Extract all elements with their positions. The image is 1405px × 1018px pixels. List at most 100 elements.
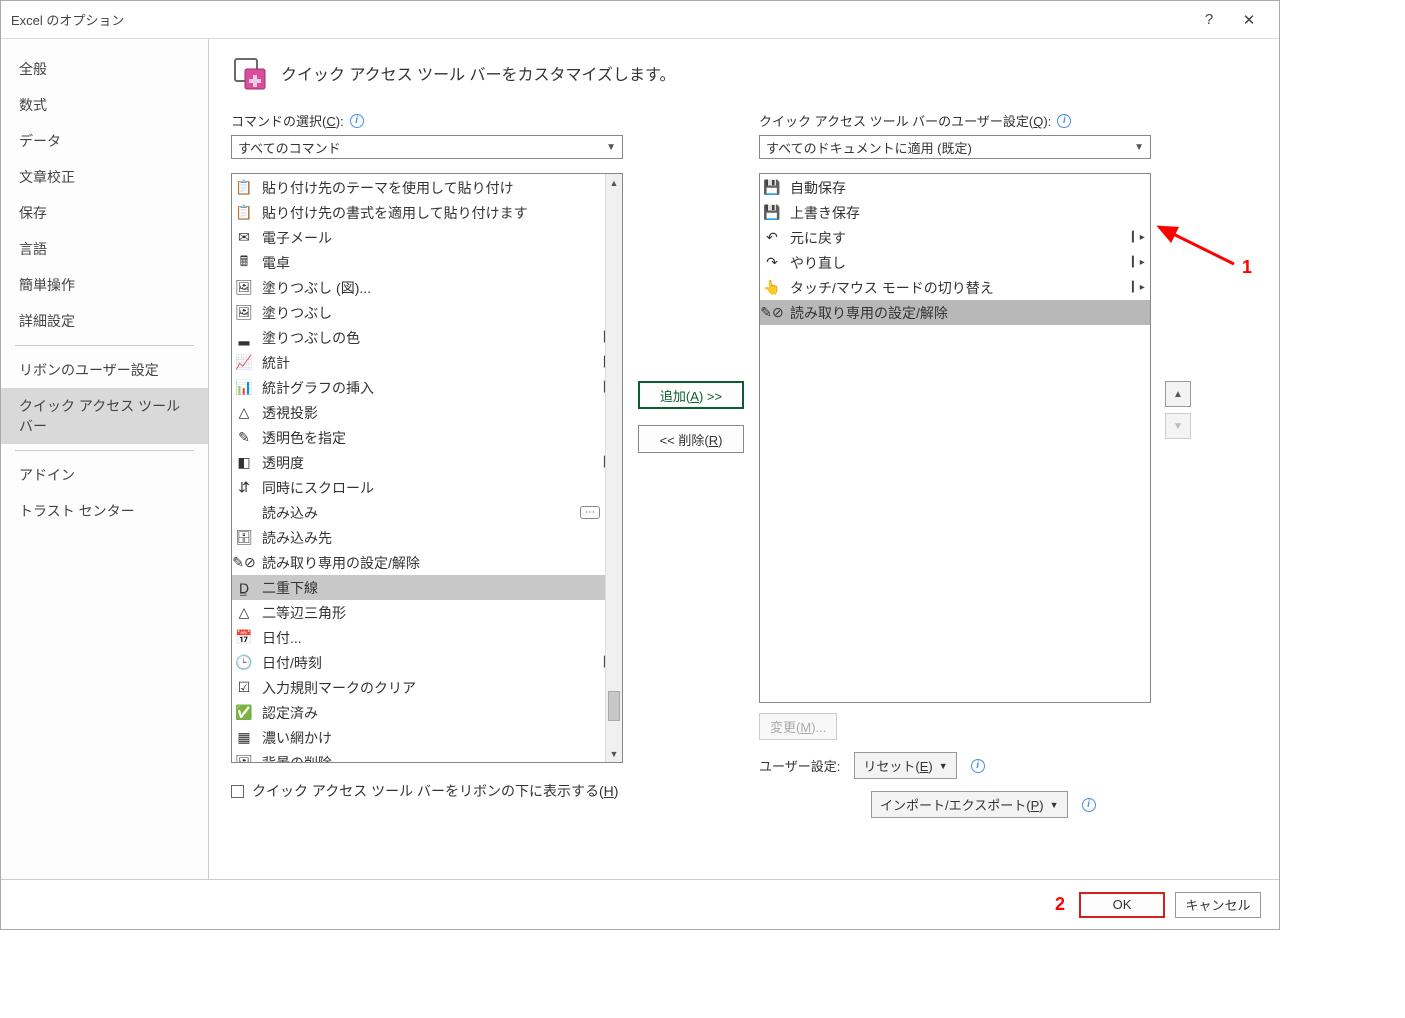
info-icon[interactable]: i [971, 759, 985, 773]
list-item[interactable]: ▦濃い網かけ [232, 725, 622, 750]
import-export-button[interactable]: インポート/エクスポート(P) ▼ [871, 791, 1068, 818]
list-item[interactable]: ▂塗りつぶしの色▎▸ [232, 325, 622, 350]
list-item-label: 二等辺三角形 [262, 603, 618, 623]
command-icon: ✎⊘ [234, 553, 254, 573]
sidebar-item[interactable]: データ [1, 123, 208, 159]
list-item-label: 塗りつぶし [262, 303, 618, 323]
sidebar-item[interactable]: 詳細設定 [1, 303, 208, 339]
command-icon: 🖩 [234, 253, 254, 273]
list-item[interactable]: 🖩 電卓 [232, 250, 622, 275]
submenu-indicator-icon: ▎▸ [1132, 257, 1146, 268]
info-icon[interactable]: i [1082, 798, 1096, 812]
sidebar-item[interactable]: 簡単操作 [1, 267, 208, 303]
list-item[interactable]: ↶元に戻す▎▸ [760, 225, 1150, 250]
list-item-label: 塗りつぶしの色 [262, 328, 596, 348]
list-item[interactable]: 📋 貼り付け先の書式を適用して貼り付けます [232, 200, 622, 225]
list-item[interactable]: ⇵同時にスクロール [232, 475, 622, 500]
list-item[interactable]: 📈統計▎▸ [232, 350, 622, 375]
sidebar-item[interactable]: 文章校正 [1, 159, 208, 195]
command-icon: 📈 [234, 353, 254, 373]
sidebar-item[interactable]: 言語 [1, 231, 208, 267]
list-item[interactable]: ✅認定済み [232, 700, 622, 725]
list-item[interactable]: ✎透明色を指定 [232, 425, 622, 450]
sidebar-item[interactable]: 数式 [1, 87, 208, 123]
show-below-ribbon-checkbox[interactable]: クイック アクセス ツール バーをリボンの下に表示する(H) [231, 781, 623, 801]
command-icon: ▦ [234, 728, 254, 748]
list-item[interactable]: ↷やり直し▎▸ [760, 250, 1150, 275]
list-item-label: 電卓 [262, 253, 618, 273]
list-item[interactable]: 読み込み⋯ [232, 500, 622, 525]
dialog-body: 全般数式データ文章校正保存言語簡単操作詳細設定リボンのユーザー設定クイック アク… [1, 39, 1279, 879]
list-item[interactable]: 🖼背景の削除 [232, 750, 622, 763]
list-item[interactable]: ☑入力規則マークのクリア [232, 675, 622, 700]
command-icon: △ [234, 603, 254, 623]
scroll-down-icon[interactable]: ▼ [606, 745, 622, 762]
list-item[interactable]: 📊統計グラフの挿入▎▸ [232, 375, 622, 400]
sidebar-item[interactable]: クイック アクセス ツール バー [1, 388, 208, 444]
help-button[interactable]: ? [1189, 1, 1229, 39]
list-item-label: 二重下線 [262, 578, 618, 598]
columns: コマンドの選択(C): i すべてのコマンド ▼ 📋貼り付け先のテーマを使用して… [231, 111, 1257, 818]
chevron-down-icon: ▼ [939, 761, 948, 771]
list-item[interactable]: 💾自動保存 [760, 175, 1150, 200]
options-dialog: Excel のオプション ? ✕ 全般数式データ文章校正保存言語簡単操作詳細設定… [0, 0, 1280, 930]
list-item-label: 透明度 [262, 453, 596, 473]
reset-button[interactable]: リセット(E) ▼ [854, 752, 956, 779]
command-icon: 🕒 [234, 653, 254, 673]
list-item[interactable]: △透視投影 [232, 400, 622, 425]
list-item-label: 貼り付け先の書式を適用して貼り付けます [262, 203, 618, 223]
submenu-indicator-icon: ▎▸ [1132, 282, 1146, 293]
scrollbar[interactable]: ▲ ▼ [605, 174, 622, 762]
commands-category-dropdown[interactable]: すべてのコマンド ▼ [231, 135, 623, 159]
list-item[interactable]: 🖼 塗りつぶし [232, 300, 622, 325]
scroll-up-icon[interactable]: ▲ [606, 174, 622, 191]
list-item[interactable]: 🖼塗りつぶし (図)... [232, 275, 622, 300]
info-icon[interactable]: i [350, 114, 364, 128]
list-item-label: 入力規則マークのクリア [262, 678, 618, 698]
commands-listbox[interactable]: 📋貼り付け先のテーマを使用して貼り付け 📋 貼り付け先の書式を適用して貼り付けます✉… [231, 173, 623, 763]
close-button[interactable]: ✕ [1229, 1, 1269, 39]
window-title: Excel のオプション [11, 10, 1189, 29]
chevron-down-icon: ▼ [1050, 800, 1059, 810]
list-item[interactable]: 🗄読み込み先 [232, 525, 622, 550]
main-panel: クイック アクセス ツール バーをカスタマイズします。 コマンドの選択(C): … [209, 39, 1279, 879]
list-item-label: 透明色を指定 [262, 428, 618, 448]
qat-scope-dropdown[interactable]: すべてのドキュメントに適用 (既定) ▼ [759, 135, 1151, 159]
qat-listbox[interactable]: 💾自動保存💾上書き保存↶元に戻す▎▸↷やり直し▎▸👆タッチ/マウス モードの切り… [759, 173, 1151, 703]
command-icon: 💾 [762, 178, 782, 198]
list-item-label: 日付/時刻 [262, 653, 596, 673]
list-item[interactable]: 📅日付... [232, 625, 622, 650]
sidebar-item[interactable]: 保存 [1, 195, 208, 231]
panel-title: クイック アクセス ツール バーをカスタマイズします。 [281, 61, 675, 85]
list-item[interactable]: ✎⊘読み取り専用の設定/解除 [760, 300, 1150, 325]
list-item[interactable]: △ 二等辺三角形 [232, 600, 622, 625]
command-icon: 🖼 [234, 278, 254, 298]
list-item[interactable]: 📋貼り付け先のテーマを使用して貼り付け [232, 175, 622, 200]
list-item[interactable]: D͇二重下線 [232, 575, 622, 600]
checkbox-icon[interactable] [231, 785, 244, 798]
move-up-button[interactable]: ▲ [1165, 381, 1191, 407]
sidebar-item[interactable]: 全般 [1, 51, 208, 87]
add-button[interactable]: 追加(A) >> [638, 381, 744, 409]
list-item[interactable]: 💾上書き保存 [760, 200, 1150, 225]
list-item-label: 貼り付け先のテーマを使用して貼り付け [262, 178, 618, 198]
list-item[interactable]: ◧透明度▎▸ [232, 450, 622, 475]
info-icon[interactable]: i [1057, 114, 1071, 128]
annotation-2: 2 [1055, 894, 1065, 915]
sidebar: 全般数式データ文章校正保存言語簡単操作詳細設定リボンのユーザー設定クイック アク… [1, 39, 209, 879]
command-icon: 🖼 [234, 753, 254, 764]
list-item[interactable]: 🕒日付/時刻▎▸ [232, 650, 622, 675]
sidebar-item[interactable]: リボンのユーザー設定 [1, 352, 208, 388]
command-icon: 🖼 [234, 303, 254, 323]
command-icon: 📋 [234, 203, 254, 223]
list-item[interactable]: ✉電子メール [232, 225, 622, 250]
cancel-button[interactable]: キャンセル [1175, 892, 1261, 918]
sidebar-item[interactable]: アドイン [1, 457, 208, 493]
command-icon: 📊 [234, 378, 254, 398]
sidebar-item[interactable]: トラスト センター [1, 493, 208, 529]
remove-button[interactable]: << 削除(R) [638, 425, 744, 453]
transfer-buttons: 追加(A) >> << 削除(R) [637, 111, 745, 453]
ok-button[interactable]: OK [1079, 892, 1165, 918]
list-item[interactable]: ✎⊘読み取り専用の設定/解除 [232, 550, 622, 575]
list-item[interactable]: 👆タッチ/マウス モードの切り替え▎▸ [760, 275, 1150, 300]
